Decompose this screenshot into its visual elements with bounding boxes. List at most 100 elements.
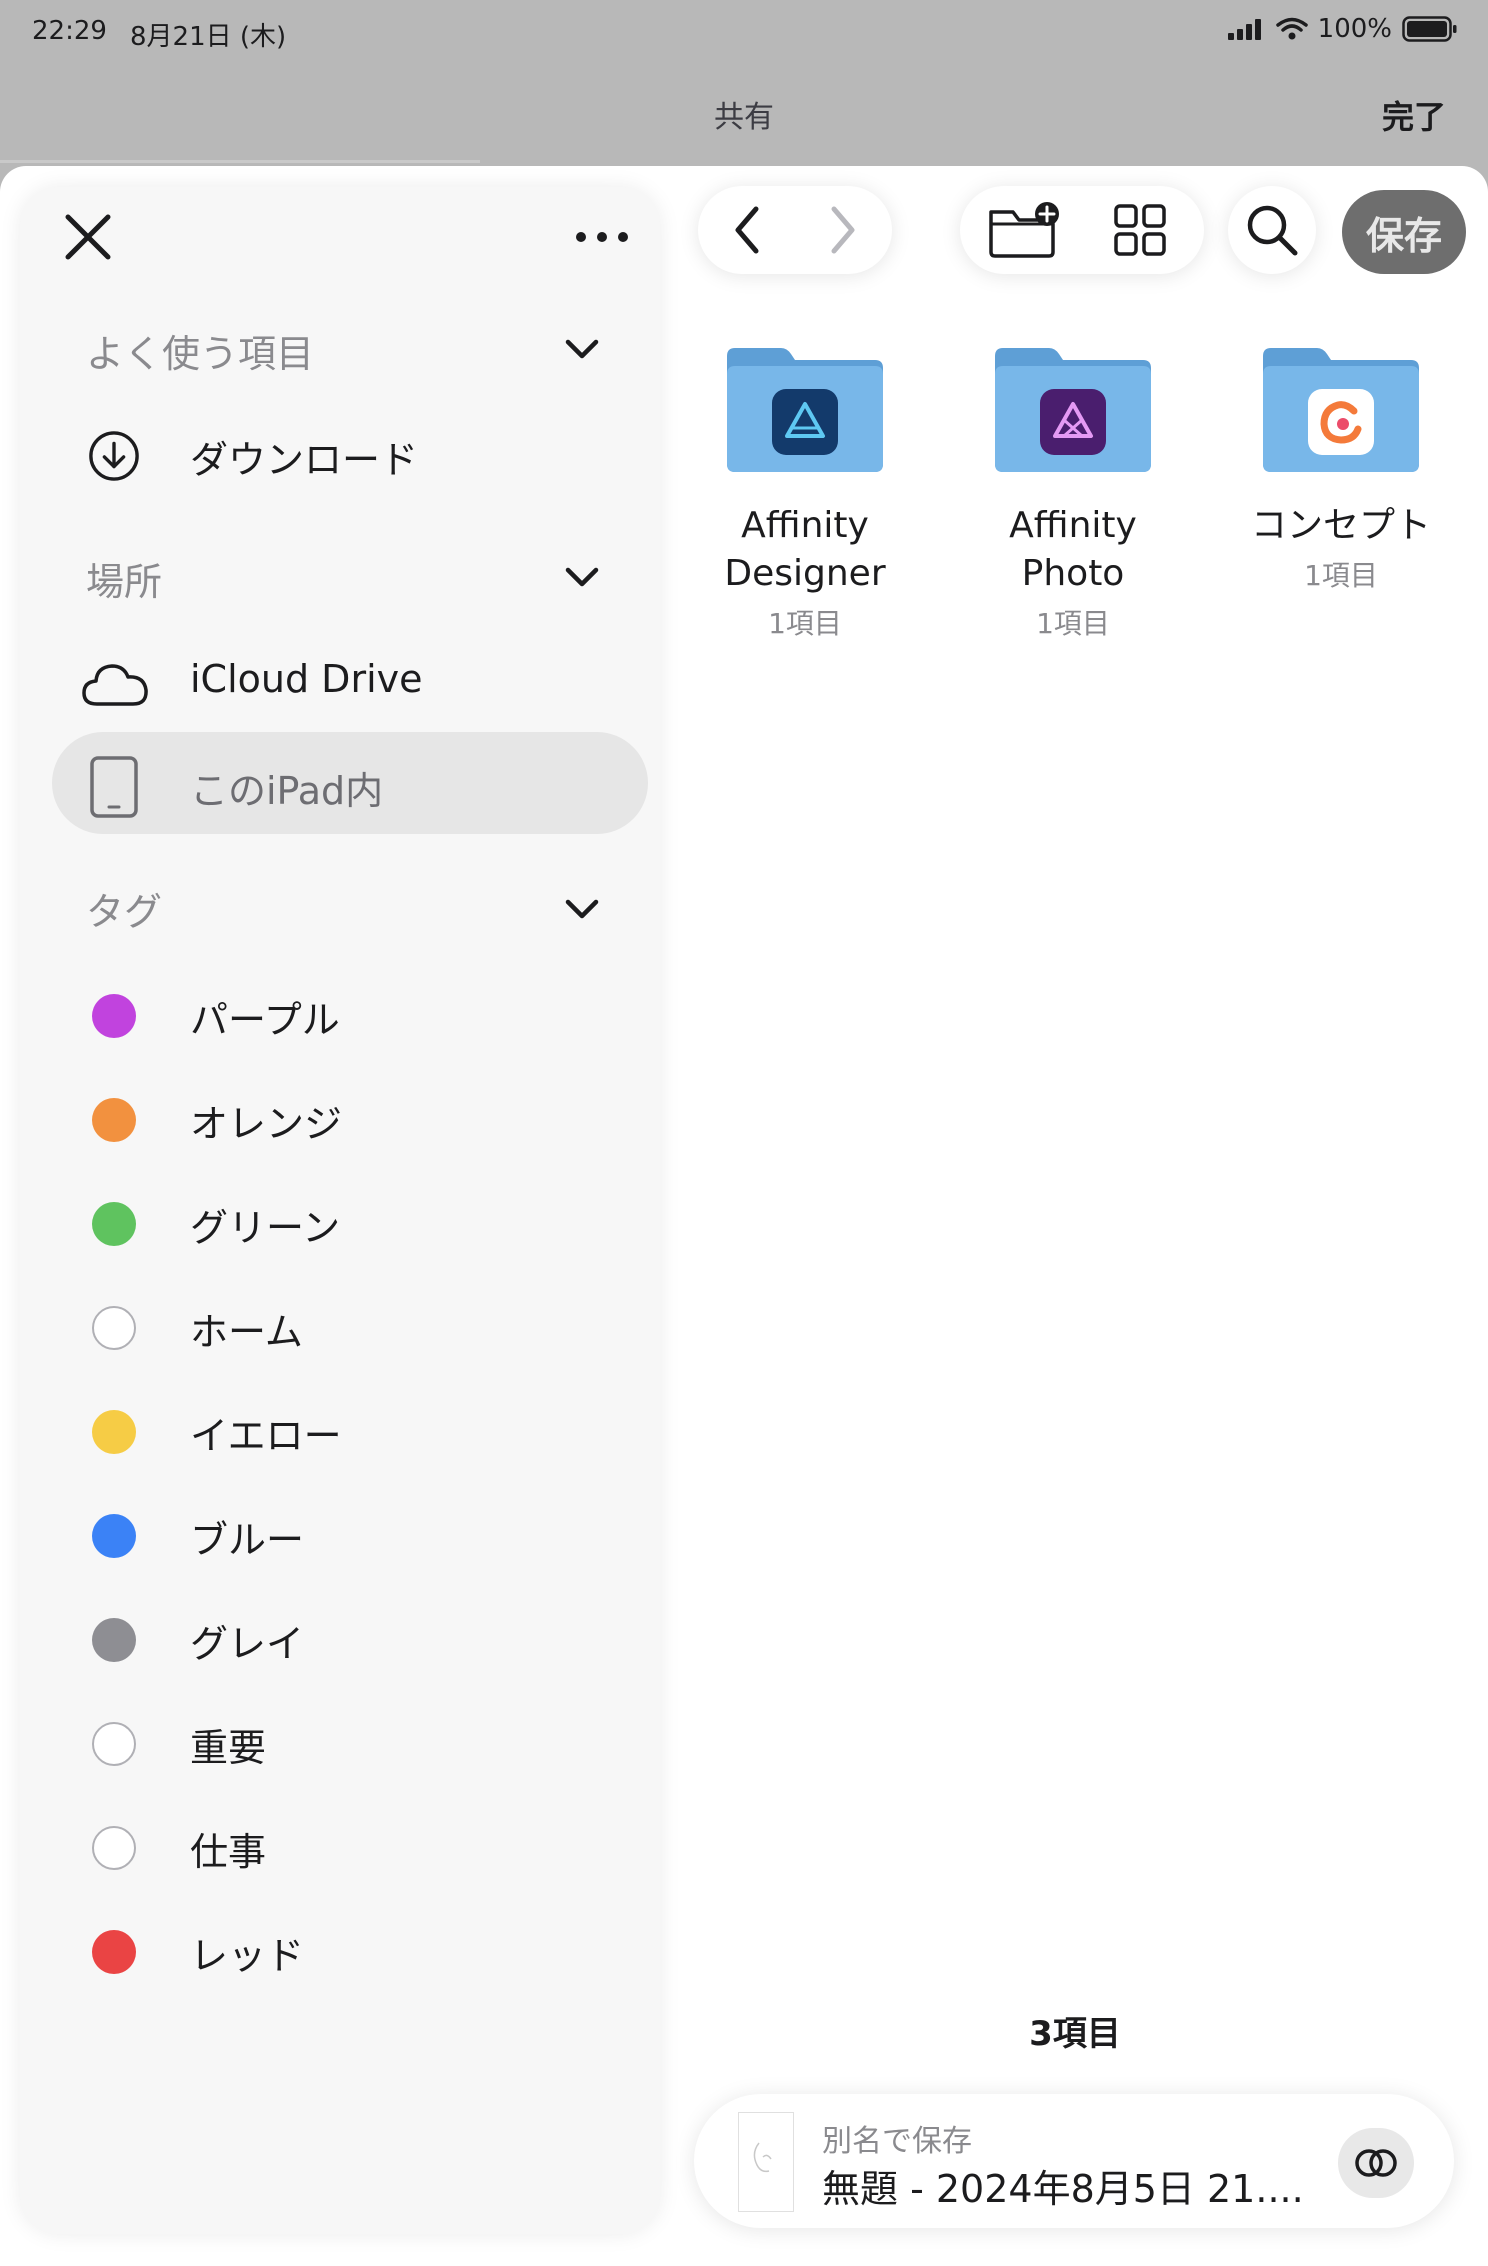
folder-item-count: 1項目 bbox=[1036, 607, 1110, 640]
folder-name: コンセプト bbox=[1231, 502, 1451, 550]
tag-dot-red bbox=[88, 1926, 140, 1978]
sidebar-tag-work[interactable]: 仕事 bbox=[52, 1793, 648, 1895]
locations-chevron-down-icon[interactable] bbox=[560, 555, 604, 599]
chevron-right-icon bbox=[831, 206, 855, 254]
tag-label: レッド bbox=[190, 1934, 305, 1978]
tag-label: パープル bbox=[190, 998, 340, 1042]
folder-name-line: コンセプト bbox=[1250, 505, 1431, 546]
folder-name: Affinity Designer bbox=[695, 502, 915, 598]
tag-dot-empty bbox=[88, 1302, 140, 1354]
tag-label: グレイ bbox=[190, 1622, 305, 1666]
status-indicators: 100% bbox=[1226, 14, 1458, 44]
battery-percent: 100% bbox=[1317, 14, 1392, 44]
folder-item-count: 1項目 bbox=[768, 607, 842, 640]
sidebar-tag-home[interactable]: ホーム bbox=[52, 1273, 648, 1375]
search-button[interactable] bbox=[1228, 186, 1316, 274]
more-icon bbox=[576, 232, 628, 242]
view-mode-button[interactable] bbox=[1100, 190, 1180, 270]
tag-dot-purple bbox=[88, 990, 140, 1042]
favorites-chevron-down-icon[interactable] bbox=[560, 327, 604, 371]
folder-icon bbox=[1261, 346, 1421, 474]
tag-label: イエロー bbox=[190, 1414, 342, 1458]
sheet-title: 共有 bbox=[714, 100, 774, 135]
favorites-header: よく使う項目 bbox=[86, 332, 315, 376]
tag-label: 重要 bbox=[190, 1726, 267, 1770]
tag-dot-green bbox=[88, 1198, 140, 1250]
tag-label: 仕事 bbox=[190, 1830, 267, 1874]
header-divider bbox=[0, 160, 480, 163]
tag-label: ブルー bbox=[190, 1518, 305, 1562]
search-icon-wrap bbox=[1228, 186, 1316, 274]
filename-field[interactable]: 無題 - 2024年8月5日 21.... bbox=[822, 2158, 1304, 2213]
folder-name-line: Affinity Photo bbox=[1009, 505, 1137, 594]
tag-dot-gray bbox=[88, 1614, 140, 1666]
battery-icon bbox=[1402, 16, 1457, 42]
search-icon bbox=[1247, 205, 1298, 256]
new-folder-icon bbox=[989, 202, 1059, 258]
concepts-icon bbox=[1308, 389, 1374, 455]
tag-dot-blue bbox=[88, 1510, 140, 1562]
affinity-designer-icon bbox=[772, 389, 838, 455]
sidebar-tag-orange[interactable]: オレンジ bbox=[52, 1065, 648, 1167]
navigation-pill bbox=[698, 186, 892, 274]
folder-affinity-photo[interactable]: Affinity Photo 1項目 bbox=[963, 346, 1183, 642]
sidebar-item-icloud-drive[interactable]: iCloud Drive bbox=[52, 629, 648, 731]
sidebar-item-downloads[interactable]: ダウンロード bbox=[52, 401, 648, 503]
tag-label: ホーム bbox=[190, 1310, 303, 1354]
sidebar-item-label: このiPad内 bbox=[190, 769, 384, 813]
folder-icon bbox=[993, 346, 1153, 474]
sidebar-tag-gray[interactable]: グレイ bbox=[52, 1585, 648, 1687]
status-bar: 22:29 8月21日 (木) 100% bbox=[0, 0, 1488, 68]
tags-chevron-down-icon[interactable] bbox=[560, 887, 604, 931]
tag-dot-orange bbox=[88, 1094, 140, 1146]
folder-affinity-designer[interactable]: Affinity Designer 1項目 bbox=[695, 346, 915, 642]
done-button[interactable]: 完了 bbox=[1382, 92, 1446, 138]
folder-name: Affinity Photo bbox=[963, 502, 1183, 598]
tag-dot-yellow bbox=[88, 1406, 140, 1458]
save-as-label: 別名で保存 bbox=[822, 2124, 972, 2159]
document-thumbnail bbox=[738, 2112, 794, 2212]
tags-header: タグ bbox=[86, 890, 163, 934]
save-as-bar: 別名で保存 無題 - 2024年8月5日 21.... bbox=[694, 2094, 1454, 2228]
close-button[interactable] bbox=[58, 207, 118, 267]
new-folder-button[interactable] bbox=[980, 190, 1070, 270]
sidebar-item-label: iCloud Drive bbox=[190, 657, 423, 701]
tag-label: グリーン bbox=[190, 1206, 341, 1250]
folder-icon bbox=[725, 346, 885, 474]
folder-item-count: 1項目 bbox=[1304, 559, 1378, 592]
sidebar-tag-purple[interactable]: パープル bbox=[52, 961, 648, 1063]
more-button[interactable] bbox=[572, 207, 632, 267]
wifi-icon bbox=[1275, 17, 1308, 40]
status-date: 8月21日 (木) bbox=[130, 22, 287, 52]
back-button[interactable] bbox=[708, 190, 788, 270]
cellular-signal-icon bbox=[1227, 19, 1261, 40]
close-icon bbox=[65, 214, 111, 260]
actions-pill bbox=[960, 186, 1204, 274]
grid-icon bbox=[1114, 204, 1166, 256]
cloud-icon bbox=[80, 658, 150, 710]
folder-name-line: Designer bbox=[724, 553, 886, 594]
forward-button[interactable] bbox=[802, 190, 882, 270]
sidebar-tag-important[interactable]: 重要 bbox=[52, 1689, 648, 1791]
download-icon bbox=[88, 430, 140, 482]
folder-name-line: Affinity bbox=[741, 505, 869, 546]
save-button[interactable]: 保存 bbox=[1342, 190, 1466, 274]
item-count: 3項目 bbox=[1029, 2014, 1121, 2054]
locations-header: 場所 bbox=[86, 560, 163, 604]
tag-label: オレンジ bbox=[190, 1102, 343, 1146]
sidebar-tag-green[interactable]: グリーン bbox=[52, 1169, 648, 1271]
sidebar-tag-red[interactable]: レッド bbox=[52, 1897, 648, 1999]
affinity-photo-icon bbox=[1040, 389, 1106, 455]
sidebar-item-label: ダウンロード bbox=[190, 438, 419, 482]
folder-concepts[interactable]: コンセプト 1項目 bbox=[1231, 346, 1451, 594]
tag-dot-empty bbox=[88, 1718, 140, 1770]
options-toggle-button[interactable] bbox=[1338, 2128, 1414, 2198]
chevron-left-icon bbox=[735, 206, 759, 254]
toggle-circles-icon bbox=[1355, 2149, 1397, 2177]
sidebar-tag-blue[interactable]: ブルー bbox=[52, 1481, 648, 1583]
sidebar: よく使う項目 ダウンロード 場所 iCloud Drive このiPad内 タグ… bbox=[20, 187, 660, 2234]
sidebar-tag-yellow[interactable]: イエロー bbox=[52, 1377, 648, 1479]
status-time: 22:29 bbox=[32, 16, 107, 46]
tag-dot-empty bbox=[88, 1822, 140, 1874]
sidebar-item-on-my-ipad[interactable]: このiPad内 bbox=[52, 732, 648, 834]
